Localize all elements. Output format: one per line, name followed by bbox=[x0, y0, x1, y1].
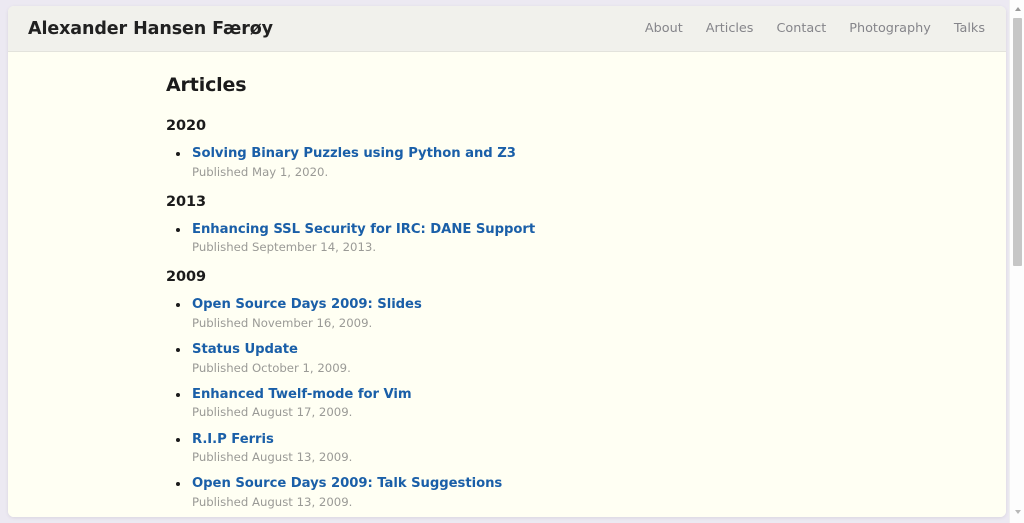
nav-link-photography[interactable]: Photography bbox=[849, 21, 931, 36]
article-link[interactable]: R.I.P Ferris bbox=[192, 432, 866, 449]
article-link[interactable]: Enhanced Twelf-mode for Vim bbox=[192, 387, 866, 404]
year-heading: 2013 bbox=[166, 194, 866, 210]
chevron-down-icon bbox=[1015, 510, 1021, 514]
article-published-date: Published September 14, 2013. bbox=[192, 240, 866, 255]
year-group-2020: 2020 Solving Binary Puzzles using Python… bbox=[166, 118, 866, 180]
article-link[interactable]: Status Update bbox=[192, 342, 866, 359]
article-published-date: Published August 13, 2009. bbox=[192, 450, 866, 465]
primary-navigation: About Articles Contact Photography Talks bbox=[645, 21, 985, 36]
list-item: Enhancing SSL Security for IRC: DANE Sup… bbox=[166, 222, 866, 256]
scrollbar-thumb[interactable] bbox=[1013, 18, 1022, 266]
scroll-up-button[interactable] bbox=[1010, 1, 1024, 16]
article-published-date: Published August 17, 2009. bbox=[192, 405, 866, 420]
browser-viewport: Alexander Hansen Færøy About Articles Co… bbox=[0, 0, 1024, 523]
article-link[interactable]: Solving Binary Puzzles using Python and … bbox=[192, 146, 866, 163]
list-item: Solving Binary Puzzles using Python and … bbox=[166, 146, 866, 180]
article-list: Open Source Days 2009: Slides Published … bbox=[166, 297, 866, 517]
nav-link-talks[interactable]: Talks bbox=[954, 21, 985, 36]
year-group-2013: 2013 Enhancing SSL Security for IRC: DAN… bbox=[166, 194, 866, 256]
article-published-date: Published August 13, 2009. bbox=[192, 495, 866, 510]
list-item: Open Source Days 2009: Talk Suggestions … bbox=[166, 476, 866, 510]
article-published-date: Published May 1, 2020. bbox=[192, 165, 866, 180]
site-brand-title[interactable]: Alexander Hansen Færøy bbox=[28, 19, 273, 39]
list-item: Status Update Published October 1, 2009. bbox=[166, 342, 866, 376]
year-group-2009: 2009 Open Source Days 2009: Slides Publi… bbox=[166, 269, 866, 517]
page-card: Alexander Hansen Færøy About Articles Co… bbox=[8, 6, 1006, 517]
article-list: Enhancing SSL Security for IRC: DANE Sup… bbox=[166, 222, 866, 256]
nav-link-articles[interactable]: Articles bbox=[706, 21, 754, 36]
list-item: Open Source Days 2009: Slides Published … bbox=[166, 297, 866, 331]
article-list: Solving Binary Puzzles using Python and … bbox=[166, 146, 866, 180]
list-item: Enhanced Twelf-mode for Vim Published Au… bbox=[166, 387, 866, 421]
nav-link-contact[interactable]: Contact bbox=[776, 21, 826, 36]
list-item: R.I.P Ferris Published August 13, 2009. bbox=[166, 432, 866, 466]
page-title: Articles bbox=[166, 74, 866, 96]
article-published-date: Published November 16, 2009. bbox=[192, 316, 866, 331]
chevron-up-icon bbox=[1015, 7, 1021, 11]
vertical-scrollbar[interactable] bbox=[1009, 0, 1024, 523]
year-heading: 2020 bbox=[166, 118, 866, 134]
scroll-down-button[interactable] bbox=[1010, 504, 1024, 519]
site-header: Alexander Hansen Færøy About Articles Co… bbox=[8, 6, 1006, 52]
content-container: Articles 2020 Solving Binary Puzzles usi… bbox=[166, 74, 866, 517]
article-link[interactable]: Open Source Days 2009: Slides bbox=[192, 297, 866, 314]
article-link[interactable]: Open Source Days 2009: Talk Suggestions bbox=[192, 476, 866, 493]
article-published-date: Published October 1, 2009. bbox=[192, 361, 866, 376]
article-link[interactable]: Enhancing SSL Security for IRC: DANE Sup… bbox=[192, 222, 866, 239]
nav-link-about[interactable]: About bbox=[645, 21, 683, 36]
year-heading: 2009 bbox=[166, 269, 866, 285]
main-content: Articles 2020 Solving Binary Puzzles usi… bbox=[8, 52, 1006, 517]
